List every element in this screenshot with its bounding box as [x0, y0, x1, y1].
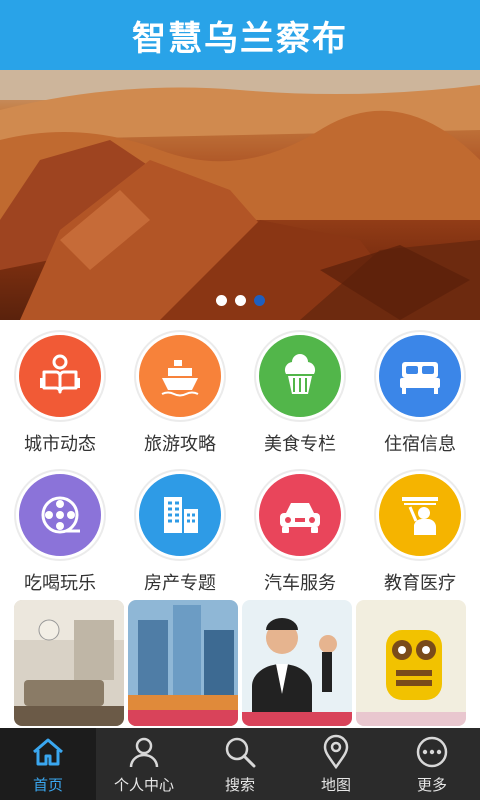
- category-city-news[interactable]: 城市动态: [0, 320, 120, 459]
- tab-label: 地图: [320, 775, 351, 794]
- tab-label: 搜索: [224, 775, 255, 794]
- category-label: 旅游攻略: [144, 434, 216, 455]
- more-icon: [416, 736, 448, 767]
- featured-card-interior[interactable]: [14, 600, 124, 726]
- book-reader-icon: [16, 332, 104, 420]
- category-label: 汽车服务: [264, 573, 336, 594]
- featured-card-businessman[interactable]: [242, 600, 352, 726]
- tab-profile[interactable]: 个人中心: [96, 728, 192, 800]
- tab-label: 首页: [32, 775, 63, 794]
- businessman-photo: [242, 600, 352, 726]
- category-label: 住宿信息: [384, 434, 456, 455]
- buildings-icon: [136, 471, 224, 559]
- tab-more[interactable]: 更多: [384, 728, 480, 800]
- map-pin-icon: [323, 734, 349, 769]
- category-label: 美食专栏: [264, 434, 336, 455]
- category-label: 房产专题: [144, 573, 216, 594]
- carousel-dot[interactable]: [215, 295, 227, 306]
- owl-toy-photo: [356, 600, 466, 726]
- featured-cards: [14, 600, 466, 726]
- tab-label: 更多: [416, 775, 447, 794]
- app-header: 智慧乌兰察布: [0, 0, 480, 70]
- cupcake-icon: [256, 332, 344, 420]
- carousel-indicator: [0, 295, 480, 306]
- person-icon: [129, 737, 159, 767]
- category-label: 吃喝玩乐: [24, 573, 96, 594]
- bottom-tab-bar: 首页 个人中心 搜索 地图 更多: [0, 728, 480, 800]
- car-icon: [256, 471, 344, 559]
- teacher-icon: [376, 471, 464, 559]
- tab-map[interactable]: 地图: [288, 728, 384, 800]
- tab-search[interactable]: 搜索: [192, 728, 288, 800]
- carousel-dot-active[interactable]: [253, 295, 265, 306]
- category-entertainment[interactable]: 吃喝玩乐: [0, 459, 120, 598]
- ship-icon: [136, 332, 224, 420]
- search-icon: [225, 737, 256, 767]
- category-label: 城市动态: [24, 434, 96, 455]
- app-title: 智慧乌兰察布: [132, 18, 348, 59]
- home-icon: [33, 738, 63, 765]
- featured-card-owl-toy[interactable]: [356, 600, 466, 726]
- category-grid: 城市动态 旅游攻略 美食专栏 住宿信息 吃喝玩乐 房产专题 汽车服务 教育医疗: [0, 320, 480, 598]
- category-auto-service[interactable]: 汽车服务: [240, 459, 360, 598]
- banner-carousel[interactable]: [0, 70, 480, 320]
- banner-landscape-image: [0, 70, 480, 320]
- category-lodging[interactable]: 住宿信息: [360, 320, 480, 459]
- category-food[interactable]: 美食专栏: [240, 320, 360, 459]
- film-reel-icon: [16, 471, 104, 559]
- category-education-medical[interactable]: 教育医疗: [360, 459, 480, 598]
- featured-card-city-buildings[interactable]: [128, 600, 238, 726]
- category-real-estate[interactable]: 房产专题: [120, 459, 240, 598]
- carousel-dot[interactable]: [234, 295, 246, 306]
- category-label: 教育医疗: [384, 573, 456, 594]
- city-buildings-photo: [128, 600, 238, 726]
- interior-photo: [14, 600, 124, 726]
- tab-home[interactable]: 首页: [0, 728, 96, 800]
- tab-label: 个人中心: [113, 775, 174, 794]
- category-travel-guide[interactable]: 旅游攻略: [120, 320, 240, 459]
- bed-icon: [376, 332, 464, 420]
